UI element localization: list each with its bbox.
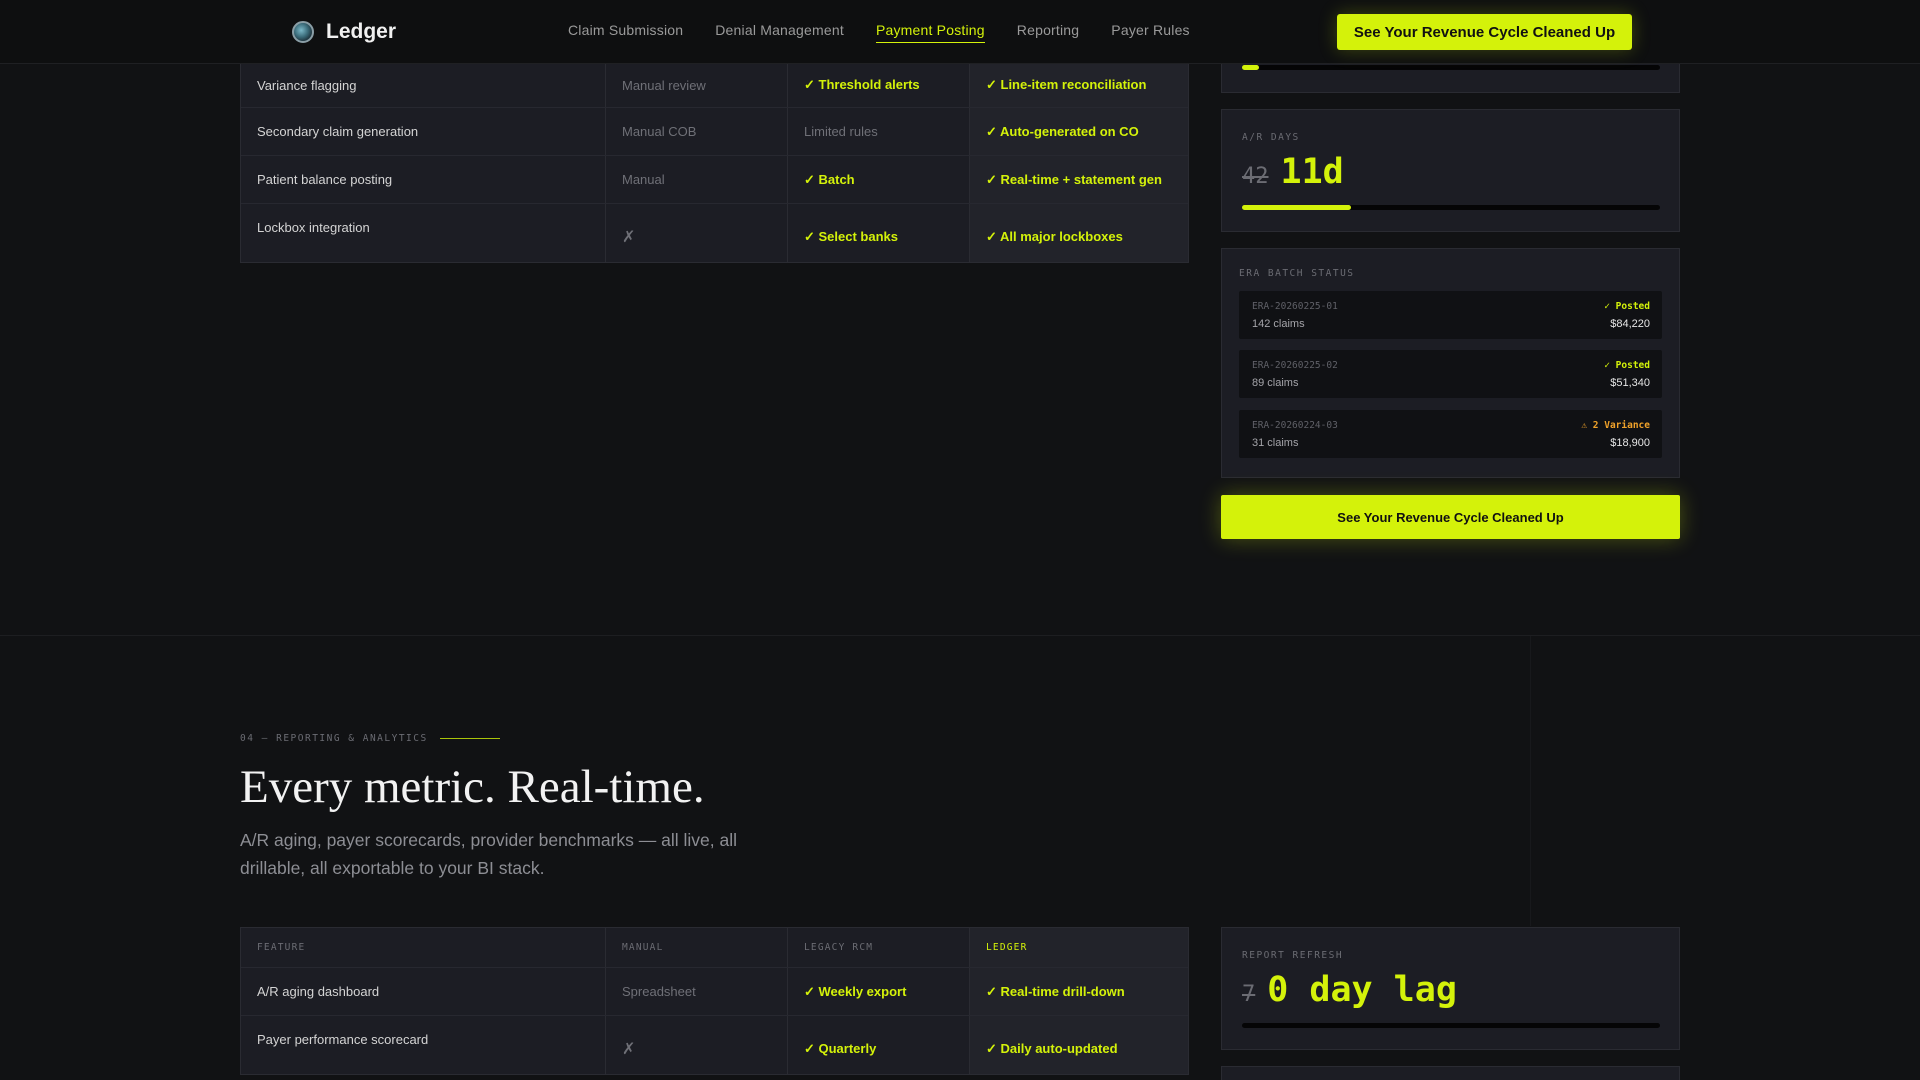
table-row: Payer performance scorecard ✗ ✓ Quarterl… (241, 1016, 1188, 1074)
card-label: REPORT REFRESH (1242, 950, 1344, 961)
metric-new-value: 0 day lag (1267, 970, 1457, 1010)
table-row: Secondary claim generation Manual COB Li… (241, 108, 1188, 156)
nav-link-payer-rules[interactable]: Payer Rules (1111, 22, 1189, 43)
ledger-cell: ✓ Real-time drill-down (970, 968, 1188, 1015)
progress-bar (1242, 1023, 1660, 1028)
legacy-cell: ✓ Batch (788, 156, 970, 203)
era-claims-count: 89 claims (1252, 377, 1299, 389)
nav-links: Claim Submission Denial Management Payme… (568, 22, 1222, 43)
revenue-cycle-cta-button[interactable]: See Your Revenue Cycle Cleaned Up (1221, 495, 1680, 539)
ledger-cell: ✓ Line-item reconciliation (970, 63, 1188, 107)
table-row: A/R aging dashboard Spreadsheet ✓ Weekly… (241, 968, 1188, 1016)
nav-link-reporting[interactable]: Reporting (1017, 22, 1080, 43)
ar-days-card: A/R DAYS 42 11d (1221, 109, 1680, 232)
manual-cell: ✗ (606, 1016, 788, 1074)
decorative-line (1530, 636, 1531, 926)
manual-cell: Spreadsheet (606, 968, 788, 1015)
nav-cta-button[interactable]: See Your Revenue Cycle Cleaned Up (1337, 14, 1632, 50)
brand-logo[interactable]: Ledger (292, 20, 396, 44)
legacy-cell: Limited rules (788, 108, 970, 155)
card-label: ERA BATCH STATUS (1239, 268, 1355, 279)
header-feature: FEATURE (241, 928, 606, 967)
feature-cell: Secondary claim generation (241, 108, 606, 155)
era-status-badge: ⚠ 2 Variance (1581, 420, 1650, 431)
era-amount: $18,900 (1610, 437, 1650, 449)
era-batch-item[interactable]: ERA-20260225-01 142 claims ✓ Posted $84,… (1239, 291, 1662, 339)
metric-card-partial (1221, 1066, 1680, 1080)
progress-bar (1242, 205, 1660, 210)
ledger-cell: ✓ Real-time + statement gen (970, 156, 1188, 203)
era-batch-id: ERA-20260225-01 (1252, 301, 1338, 312)
header-manual: MANUAL (606, 928, 788, 967)
era-batch-item[interactable]: ERA-20260225-02 89 claims ✓ Posted $51,3… (1239, 350, 1662, 398)
report-refresh-card: REPORT REFRESH 7 0 day lag (1221, 927, 1680, 1050)
section-subtitle: A/R aging, payer scorecards, provider be… (240, 830, 738, 878)
ledger-cell: ✓ All major lockboxes (970, 204, 1188, 262)
payment-posting-comparison-table: Variance flagging Manual review ✓ Thresh… (240, 62, 1189, 263)
eyebrow-line (439, 738, 500, 739)
section-eyebrow: 04 — REPORTING & ANALYTICS (240, 733, 500, 744)
legacy-cell: ✓ Threshold alerts (788, 63, 970, 107)
header-legacy: LEGACY RCM (788, 928, 970, 967)
era-batch-id: ERA-20260224-03 (1252, 420, 1338, 431)
metric-old-value: 42 (1242, 164, 1269, 189)
era-batch-status-card: ERA BATCH STATUS ERA-20260225-01 142 cla… (1221, 248, 1680, 478)
table-row: Lockbox integration ✗ ✓ Select banks ✓ A… (241, 204, 1188, 262)
era-batch-id: ERA-20260225-02 (1252, 360, 1338, 371)
metric-old-value: 7 (1242, 982, 1256, 1007)
feature-cell: Patient balance posting (241, 156, 606, 203)
brand-name: Ledger (326, 20, 397, 43)
eyebrow-text: 04 — REPORTING & ANALYTICS (240, 733, 428, 744)
card-label: A/R DAYS (1242, 132, 1300, 143)
ledger-cell: ✓ Auto-generated on CO (970, 108, 1188, 155)
manual-cell: Manual COB (606, 108, 788, 155)
metric-new-value: 11d (1280, 152, 1344, 192)
era-batch-item[interactable]: ERA-20260224-03 31 claims ⚠ 2 Variance $… (1239, 410, 1662, 458)
era-claims-count: 31 claims (1252, 437, 1299, 449)
table-row: Patient balance posting Manual ✓ Batch ✓… (241, 156, 1188, 204)
progress-fill (1242, 65, 1259, 70)
progress-bar (1242, 65, 1660, 70)
ledger-logo-icon (292, 21, 314, 43)
table-header-row: FEATURE MANUAL LEGACY RCM LEDGER (241, 928, 1188, 968)
era-amount: $51,340 (1610, 377, 1650, 389)
feature-cell: Lockbox integration (241, 204, 606, 262)
manual-cell: Manual review (606, 63, 788, 107)
era-claims-count: 142 claims (1252, 318, 1305, 330)
nav-link-denial-management[interactable]: Denial Management (715, 22, 844, 43)
top-nav: Ledger Claim Submission Denial Managemen… (0, 0, 1920, 64)
nav-link-payment-posting[interactable]: Payment Posting (875, 22, 985, 43)
legacy-cell: ✓ Weekly export (788, 968, 970, 1015)
legacy-cell: ✓ Quarterly (788, 1016, 970, 1074)
table-row: Variance flagging Manual review ✓ Thresh… (241, 63, 1188, 108)
feature-cell: A/R aging dashboard (241, 968, 606, 1015)
era-amount: $84,220 (1610, 318, 1650, 330)
legacy-cell: ✓ Select banks (788, 204, 970, 262)
section-divider (0, 635, 1920, 636)
feature-cell: Payer performance scorecard (241, 1016, 606, 1074)
header-ledger: LEDGER (970, 928, 1188, 967)
section-title: Every metric. Real-time. (240, 761, 705, 813)
ledger-cell: ✓ Daily auto-updated (970, 1016, 1188, 1074)
manual-cell: ✗ (606, 204, 788, 262)
progress-fill (1242, 205, 1351, 210)
era-status-badge: ✓ Posted (1604, 301, 1650, 312)
feature-cell: Variance flagging (241, 63, 606, 107)
nav-link-claim-submission[interactable]: Claim Submission (568, 22, 683, 43)
era-status-badge: ✓ Posted (1604, 360, 1650, 371)
reporting-comparison-table: FEATURE MANUAL LEGACY RCM LEDGER A/R agi… (240, 927, 1189, 1075)
manual-cell: Manual (606, 156, 788, 203)
